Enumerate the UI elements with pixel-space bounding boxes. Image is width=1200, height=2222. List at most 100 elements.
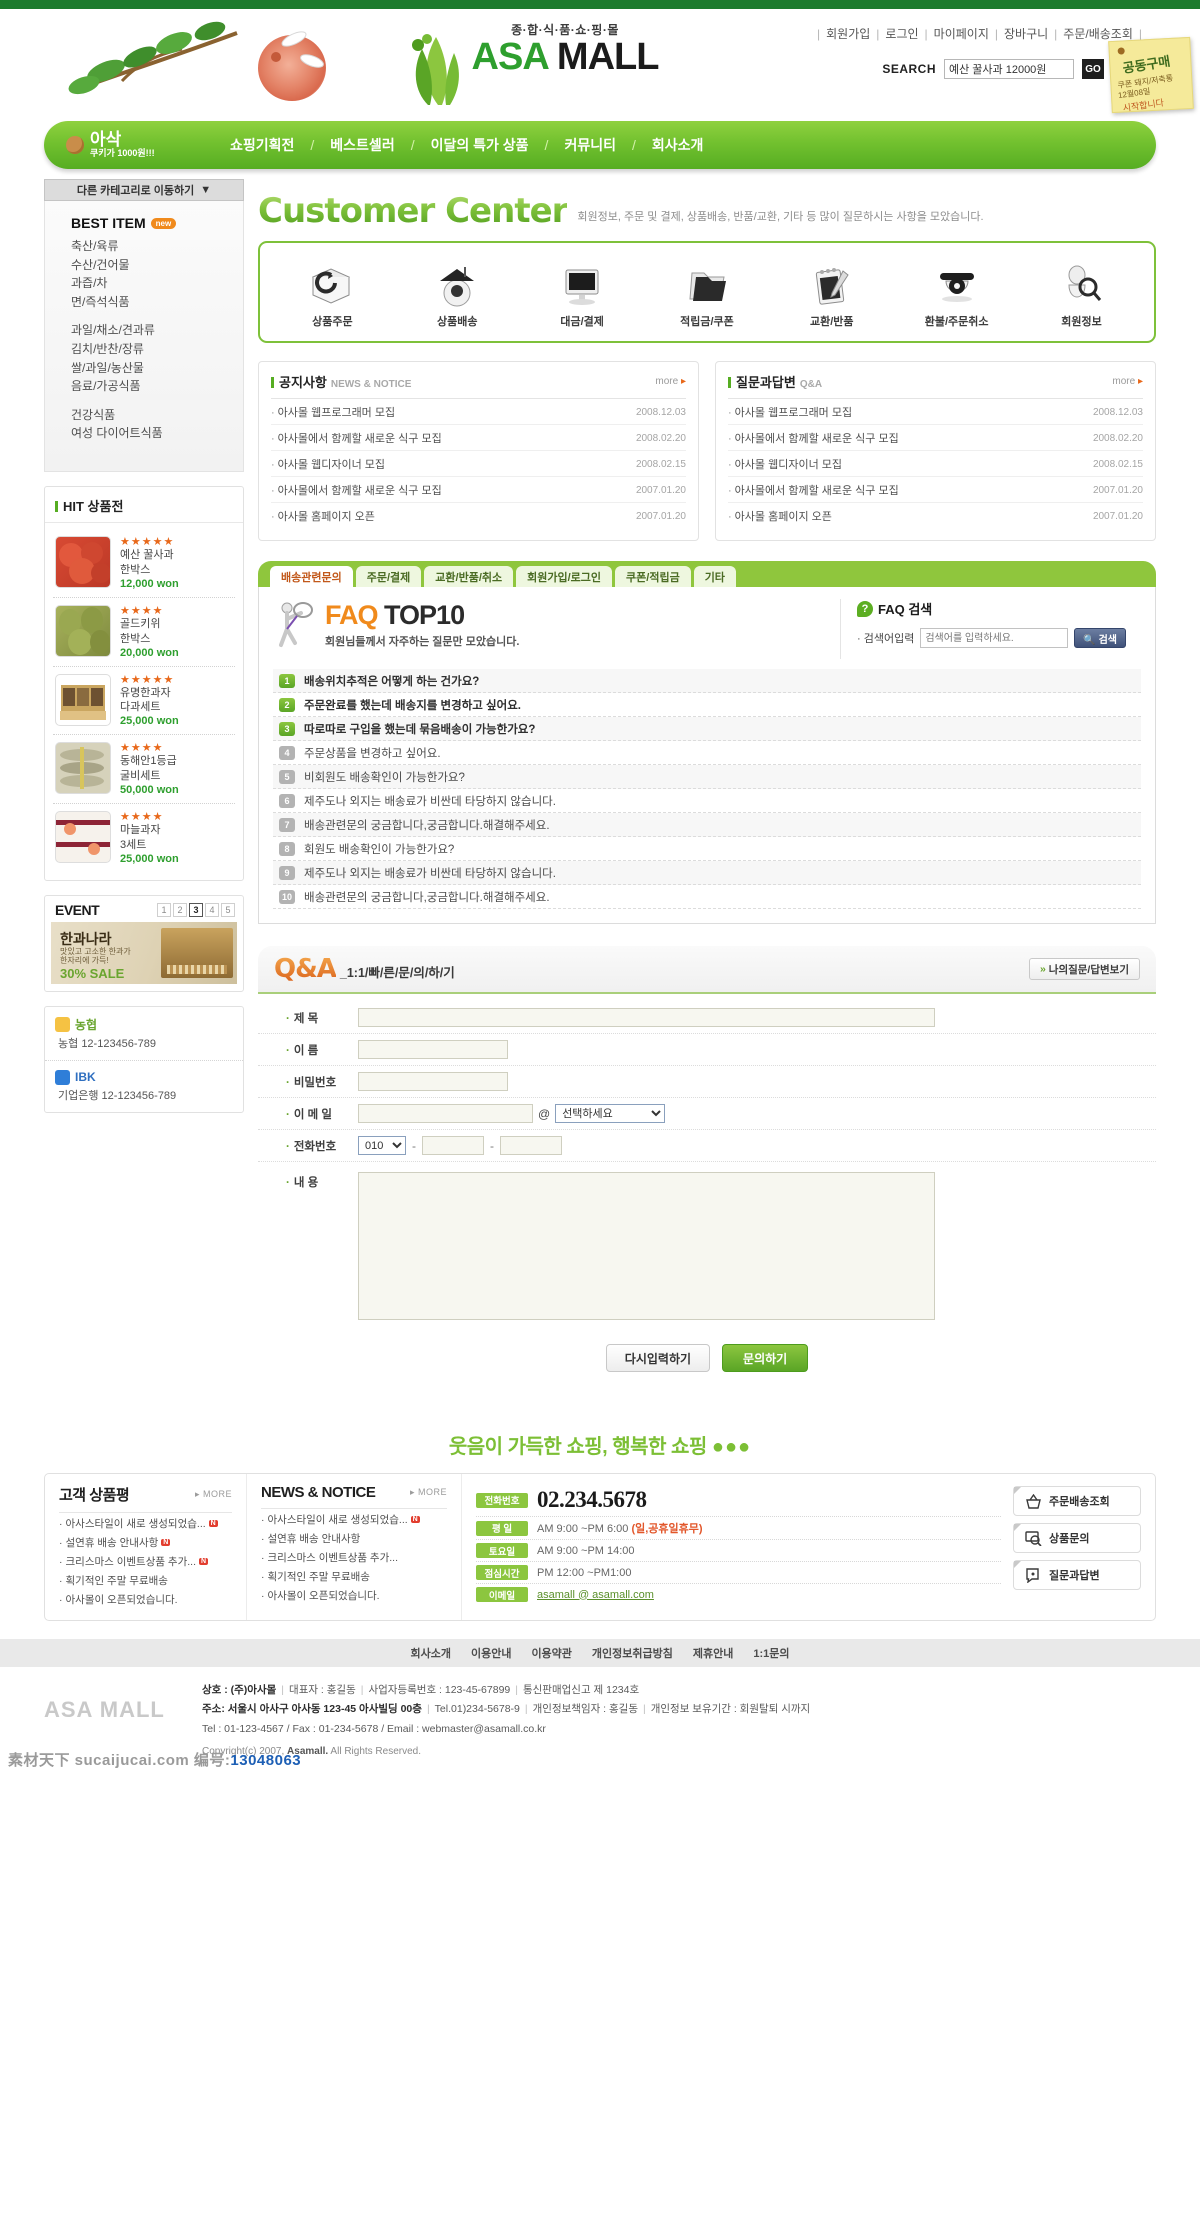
- notice-more-link[interactable]: more ▸: [655, 376, 686, 387]
- cat-link-seafood[interactable]: 수산/건어물: [71, 256, 243, 275]
- table-row[interactable]: · 아사몰 웹프로그래머 모집 2008.12.03: [728, 399, 1143, 425]
- service-icon-memberinfo[interactable]: 회원정보: [1035, 259, 1127, 329]
- table-row[interactable]: · 아사몰에서 함께할 새로운 식구 모집 2008.02.20: [728, 425, 1143, 451]
- submit-button[interactable]: 문의하기: [722, 1344, 809, 1372]
- list-item[interactable]: 7 배송관련문의 궁금합니다,궁금합니다.해결해주세요.: [273, 813, 1141, 837]
- list-item[interactable]: · 아사몰이 오픈되었습니다.: [261, 1585, 447, 1604]
- email-input[interactable]: [358, 1104, 533, 1123]
- quick-button-order-tracking[interactable]: 주문배송조회: [1013, 1486, 1141, 1516]
- tab-etc[interactable]: 기타: [693, 566, 736, 587]
- list-item[interactable]: · 크리스마스 이벤트상품 추가...: [261, 1547, 447, 1566]
- footer-link-privacy[interactable]: 개인정보취급방침: [592, 1645, 673, 1661]
- event-page-5[interactable]: 5: [221, 902, 235, 917]
- list-item[interactable]: 3 따로따로 구입을 했는데 묶음배송이 가능한가요?: [273, 717, 1141, 741]
- name-input[interactable]: [358, 1040, 508, 1059]
- list-item[interactable]: ★★★★★ 예산 꿀사과 한박스 12,000 won: [53, 529, 235, 598]
- tab-delivery[interactable]: 배송관련문의: [270, 566, 353, 587]
- list-item[interactable]: · 크리스마스 이벤트상품 추가... N: [59, 1551, 232, 1570]
- qna-more-link[interactable]: more ▸: [1112, 376, 1143, 387]
- list-item[interactable]: ★★★★ 골드키위 한박스 20,000 won: [53, 598, 235, 667]
- list-item[interactable]: 5 비회원도 배송확인이 가능한가요?: [273, 765, 1141, 789]
- list-item[interactable]: · 설연휴 배송 안내사항 N: [59, 1532, 232, 1551]
- faq-search-input[interactable]: [920, 628, 1069, 648]
- cat-link-kimchi-side[interactable]: 김치/반찬/장류: [71, 340, 243, 359]
- brand-logo[interactable]: 종·합·식·품·쇼·핑·몰 ASA MALL: [400, 21, 660, 78]
- event-page-4[interactable]: 4: [205, 902, 219, 917]
- cat-link-rice-agri[interactable]: 쌀/과일/농산물: [71, 359, 243, 378]
- tab-coupon-points[interactable]: 쿠폰/적립금: [615, 566, 691, 587]
- cat-link-noodle-instant[interactable]: 면/즉석식품: [71, 293, 243, 312]
- list-item[interactable]: 1 배송위치추적은 어떻게 하는 건가요?: [273, 669, 1141, 693]
- table-row[interactable]: · 아사몰에서 함께할 새로운 식구 모집 2007.01.20: [271, 477, 686, 503]
- footer-link-guide[interactable]: 이용안내: [471, 1645, 511, 1661]
- cat-link-beverage-processed[interactable]: 음료/가공식품: [71, 377, 243, 396]
- link-order-tracking[interactable]: 주문/배송조회: [1059, 27, 1137, 41]
- list-item[interactable]: 4 주문상품을 변경하고 싶어요.: [273, 741, 1141, 765]
- list-item[interactable]: ★★★★★ 유명한과자 다과세트 25,000 won: [53, 667, 235, 736]
- cat-link-health-food[interactable]: 건강식품: [71, 406, 243, 425]
- cat-link-livestock[interactable]: 축산/육류: [71, 237, 243, 256]
- tab-order-payment[interactable]: 주문/결제: [355, 566, 422, 587]
- table-row[interactable]: · 아사몰에서 함께할 새로운 식구 모집 2008.02.20: [271, 425, 686, 451]
- search-input[interactable]: [944, 59, 1074, 79]
- table-row[interactable]: · 아사몰 홈페이지 오픈 2007.01.20: [728, 503, 1143, 528]
- phone-prefix-select[interactable]: 010: [358, 1136, 406, 1155]
- content-textarea[interactable]: [358, 1172, 935, 1320]
- list-item[interactable]: ★★★★ 동해안1등급 굴비세트 50,000 won: [53, 735, 235, 805]
- faq-search-button[interactable]: 🔍 검색: [1074, 628, 1126, 648]
- service-icon-points[interactable]: 적립금/쿠폰: [661, 259, 753, 329]
- cat-link-women-diet[interactable]: 여성 다이어트식품: [71, 424, 243, 443]
- event-page-3[interactable]: 3: [189, 902, 203, 917]
- table-row[interactable]: · 아사몰 웹디자이너 모집 2008.02.15: [271, 451, 686, 477]
- list-item[interactable]: · 아사몰이 오픈되었습니다.: [59, 1589, 232, 1608]
- reset-button[interactable]: 다시입력하기: [605, 1344, 711, 1372]
- list-item[interactable]: · 아사스타일이 새로 생성되었습... N: [59, 1513, 232, 1532]
- service-icon-refund[interactable]: 환불/주문취소: [911, 259, 1003, 329]
- password-input[interactable]: [358, 1072, 508, 1091]
- email-domain-select[interactable]: 선택하세요: [555, 1104, 666, 1123]
- nav-item-monthly-special[interactable]: 이달의 특가 상품: [415, 135, 545, 155]
- list-item[interactable]: 10 배송관련문의 궁금합니다,궁금합니다.해결해주세요.: [273, 885, 1141, 909]
- list-item[interactable]: 6 제주도나 외지는 배송료가 비싼데 타당하지 않습니다.: [273, 789, 1141, 813]
- table-row[interactable]: · 아사몰 웹디자이너 모집 2008.02.15: [728, 451, 1143, 477]
- footer-link-terms[interactable]: 이용약관: [531, 1645, 571, 1661]
- event-page-2[interactable]: 2: [173, 902, 187, 917]
- service-icon-order[interactable]: 상품주문: [286, 259, 378, 329]
- list-item[interactable]: 8 회원도 배송확인이 가능한가요?: [273, 837, 1141, 861]
- footer-link-partnership[interactable]: 제휴안내: [693, 1645, 733, 1661]
- table-row[interactable]: · 아사몰 홈페이지 오픈 2007.01.20: [271, 503, 686, 528]
- list-item[interactable]: · 획기적인 주말 무료배송: [59, 1570, 232, 1589]
- cat-link-fruit-veg-nuts[interactable]: 과일/채소/견과류: [71, 321, 243, 340]
- quick-button-product-inquiry[interactable]: 상품문의: [1013, 1523, 1141, 1553]
- quick-button-qna[interactable]: 질문과답변: [1013, 1560, 1141, 1590]
- nav-item-community[interactable]: 커뮤니티: [548, 135, 632, 155]
- phone-last-input[interactable]: [500, 1136, 562, 1155]
- news-more-link[interactable]: ▸ MORE: [410, 1487, 447, 1498]
- best-item-heading[interactable]: BEST ITEM new: [71, 215, 243, 231]
- list-item[interactable]: · 획기적인 주말 무료배송: [261, 1566, 447, 1585]
- service-icon-exchange[interactable]: 교환/반품: [786, 259, 878, 329]
- tab-signup-login[interactable]: 회원가입/로그인: [516, 566, 613, 587]
- link-login[interactable]: 로그인: [881, 27, 922, 41]
- search-go-button[interactable]: GO: [1082, 59, 1104, 79]
- nav-item-bestseller[interactable]: 베스트셀러: [314, 135, 410, 155]
- event-banner[interactable]: 한과나라 맛있고 고소한 한과가 한자리에 가득! 30% SALE: [51, 921, 237, 984]
- nav-item-about[interactable]: 회사소개: [636, 135, 720, 155]
- list-item[interactable]: · 설연휴 배송 안내사항: [261, 1528, 447, 1547]
- contact-email-link[interactable]: asamall @ asamall.com: [537, 1589, 654, 1601]
- service-icon-delivery[interactable]: 상품배송: [411, 259, 503, 329]
- my-questions-button[interactable]: » 나의질문/답변보기: [1028, 958, 1140, 980]
- list-item[interactable]: 2 주문완료를 했는데 배송지를 변경하고 싶어요.: [273, 693, 1141, 717]
- nav-mascot-logo[interactable]: 아삭 쿠키가 1000원!!!: [44, 131, 214, 160]
- list-item[interactable]: ★★★★ 마늘과자 3세트 25,000 won: [53, 804, 235, 872]
- event-page-1[interactable]: 1: [157, 902, 171, 917]
- phone-mid-input[interactable]: [422, 1136, 484, 1155]
- category-selector[interactable]: 다른 카테고리로 이동하기 ▼: [44, 179, 244, 201]
- promo-memo-note[interactable]: 공동구매 쿠폰 돼지/저축통 12월08일 시작합니다: [1108, 36, 1194, 113]
- link-mypage[interactable]: 마이페이지: [930, 27, 993, 41]
- link-signup[interactable]: 회원가입: [822, 27, 874, 41]
- link-cart[interactable]: 장바구니: [1000, 27, 1052, 41]
- footer-link-inquiry[interactable]: 1:1문의: [753, 1645, 789, 1661]
- list-item[interactable]: · 아사스타일이 새로 생성되었습... N: [261, 1509, 447, 1528]
- subject-input[interactable]: [358, 1008, 935, 1027]
